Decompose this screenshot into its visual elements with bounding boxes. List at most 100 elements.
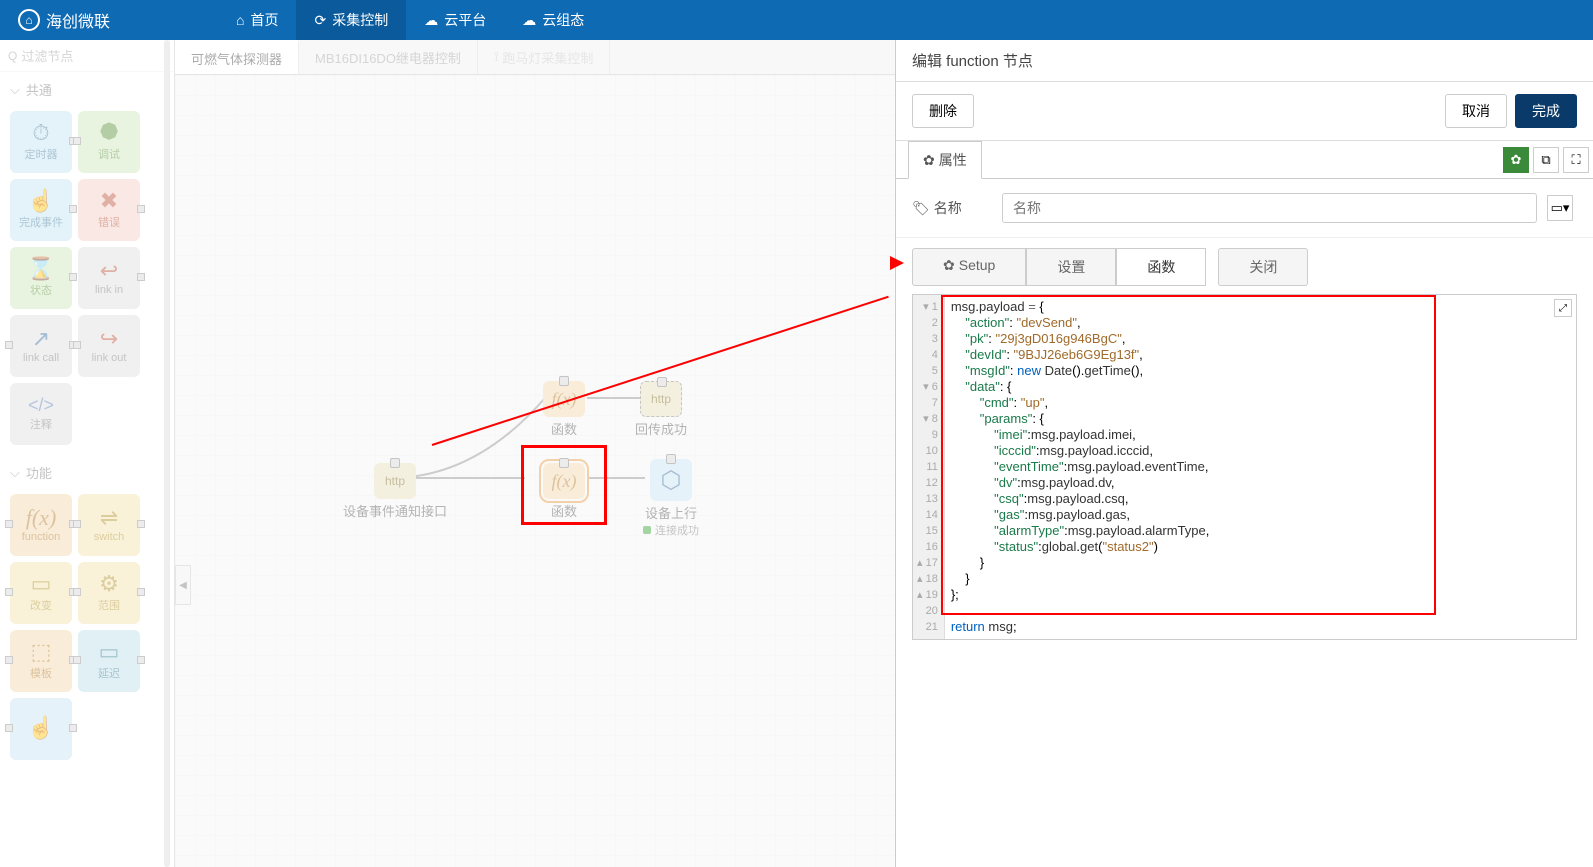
- code-expand-button[interactable]: ⤢: [1554, 299, 1572, 317]
- linkcall-icon: ↗: [32, 328, 50, 350]
- palette-section-function[interactable]: ⌵ 功能: [0, 455, 174, 490]
- pal-linkin[interactable]: ↩link in: [78, 247, 140, 309]
- filter-placeholder: 过滤节点: [21, 46, 73, 65]
- book-icon: ▭: [1551, 200, 1563, 216]
- node-fx1[interactable]: f(x) 函数: [543, 381, 585, 438]
- delete-button[interactable]: 删除: [912, 94, 974, 128]
- editor-title: 编辑 function 节点: [896, 40, 1593, 82]
- gear-icon: ⚙: [99, 573, 119, 595]
- function-subtabs: ✿Setup 设置 函数 关闭: [896, 238, 1593, 286]
- code-editor[interactable]: ▾ 12345▾ 67▾ 8910111213141516▴ 17▴ 18▴ 1…: [912, 294, 1577, 640]
- copy-icon: ⧉: [1541, 152, 1550, 168]
- upload-icon: ⬡: [650, 459, 692, 501]
- touch-icon: ☝: [27, 717, 54, 739]
- switch-icon: ⇌: [100, 507, 118, 529]
- fx-icon: f(x): [26, 507, 57, 529]
- name-input[interactable]: [1002, 193, 1537, 223]
- topnav-items: ⌂首页 ⟳采集控制 ☁云平台 ☁云组态: [218, 0, 602, 40]
- nav-cloud-platform[interactable]: ☁云平台: [406, 0, 504, 40]
- http-icon: http: [374, 463, 416, 499]
- refresh-icon: ⟳: [314, 12, 326, 29]
- node-device-up[interactable]: ⬡ 设备上行 连接成功: [643, 459, 699, 538]
- search-icon: Q: [8, 49, 17, 63]
- pal-linkout[interactable]: ↪link out: [78, 315, 140, 377]
- tab-relay-control[interactable]: MB16DI16DO继电器控制: [299, 40, 478, 74]
- fx-icon: f(x): [543, 381, 585, 417]
- gear-icon: ✿: [1511, 152, 1522, 168]
- palette-grid-common: ⏱定时器 ⯄调试 ☝完成事件 ✖错误 ⌛状态 ↩link in ↗link ca…: [0, 107, 174, 455]
- nav-cloud-config[interactable]: ☁云组态: [504, 0, 602, 40]
- subtab-close[interactable]: 关闭: [1218, 248, 1308, 286]
- gear-icon: ✿: [923, 152, 935, 169]
- chevron-down-icon: ⌵: [10, 465, 20, 481]
- chevron-down-icon: ⌵: [10, 82, 20, 98]
- subtab-settings[interactable]: 设置: [1026, 248, 1116, 286]
- brand-icon: ⌂: [18, 9, 40, 31]
- nav-collect[interactable]: ⟳采集控制: [296, 0, 406, 40]
- annotation-arrow-head: [890, 256, 904, 270]
- gear-icon: ✿: [943, 257, 955, 273]
- copy-button[interactable]: ⧉: [1533, 147, 1559, 173]
- palette-section-common[interactable]: ⌵ 共通: [0, 72, 174, 107]
- subtab-setup[interactable]: ✿Setup: [912, 248, 1026, 286]
- name-form-row: 🏷名称 ▭ ▾: [896, 179, 1593, 238]
- tab-gas-detector[interactable]: 可燃气体探测器: [175, 40, 299, 74]
- pal-delay[interactable]: ▭延迟: [78, 630, 140, 692]
- env-button[interactable]: ✿: [1503, 147, 1529, 173]
- touch-icon: ☝: [27, 190, 54, 212]
- subtab-function[interactable]: 函数: [1116, 248, 1206, 286]
- node-http-out[interactable]: http 回传成功: [635, 381, 687, 438]
- annotation-highlight-code: [941, 295, 1436, 615]
- main: Q 过滤节点 ⌵ 共通 ⏱定时器 ⯄调试 ☝完成事件 ✖错误 ⌛状态 ↩link…: [0, 40, 1593, 867]
- workspace: 可燃气体探测器 MB16DI16DO继电器控制 ⟟ 跑马灯采集控制 ◀ http…: [175, 40, 895, 867]
- node-palette[interactable]: Q 过滤节点 ⌵ 共通 ⏱定时器 ⯄调试 ☝完成事件 ✖错误 ⌛状态 ↩link…: [0, 40, 175, 867]
- home-icon: ⌂: [236, 12, 244, 28]
- pal-switch[interactable]: ⇌switch: [78, 494, 140, 556]
- error-icon: ✖: [100, 190, 118, 212]
- broadcast-icon: ⟟: [494, 49, 499, 65]
- type-menu-button[interactable]: ▭ ▾: [1547, 195, 1573, 221]
- cancel-button[interactable]: 取消: [1445, 94, 1507, 128]
- brand-text: 海创微联: [46, 8, 110, 32]
- done-button[interactable]: 完成: [1515, 94, 1577, 128]
- expand-icon: ⛶: [1571, 152, 1580, 168]
- brand: ⌂ 海创微联: [0, 8, 128, 32]
- top-nav: ⌂ 海创微联 ⌂首页 ⟳采集控制 ☁云平台 ☁云组态: [0, 0, 1593, 40]
- tab-properties[interactable]: ✿属性: [908, 141, 982, 179]
- pal-template[interactable]: ⬚模板: [10, 630, 72, 692]
- tab-marquee[interactable]: ⟟ 跑马灯采集控制: [478, 40, 610, 74]
- code-icon: </>: [28, 396, 54, 414]
- pal-linkcall[interactable]: ↗link call: [10, 315, 72, 377]
- pal-function[interactable]: f(x)function: [10, 494, 72, 556]
- pal-comment[interactable]: </>注释: [10, 383, 72, 445]
- nav-home[interactable]: ⌂首页: [218, 0, 296, 40]
- node-http-in[interactable]: http 设备事件通知接口: [335, 463, 455, 520]
- hourglass-icon: ⌛: [27, 258, 54, 280]
- pal-error[interactable]: ✖错误: [78, 179, 140, 241]
- flow-canvas[interactable]: ◀ http 设备事件通知接口 f(x) 函数: [175, 75, 895, 867]
- pal-timer[interactable]: ⏱定时器: [10, 111, 72, 173]
- editor-actions: 删除 取消 完成: [896, 82, 1593, 141]
- pal-change[interactable]: ▭改变: [10, 562, 72, 624]
- palette-filter[interactable]: Q 过滤节点: [0, 40, 174, 72]
- palette-collapse-btn[interactable]: ◀: [175, 565, 191, 605]
- pal-extra[interactable]: ☝: [10, 698, 72, 760]
- http-icon: http: [640, 381, 682, 417]
- node-status: 连接成功: [643, 522, 699, 538]
- expand-button[interactable]: ⛶: [1563, 147, 1589, 173]
- cloud-icon: ☁: [522, 12, 536, 29]
- pal-complete[interactable]: ☝完成事件: [10, 179, 72, 241]
- flow-tabs: 可燃气体探测器 MB16DI16DO继电器控制 ⟟ 跑马灯采集控制: [175, 40, 895, 75]
- change-icon: ▭: [31, 573, 52, 595]
- status-dot-icon: [643, 526, 651, 534]
- linkout-icon: ↪: [100, 328, 118, 350]
- bug-icon: ⯄: [100, 122, 118, 144]
- pal-status[interactable]: ⌛状态: [10, 247, 72, 309]
- pal-range[interactable]: ⚙范围: [78, 562, 140, 624]
- pal-debug[interactable]: ⯄调试: [78, 111, 140, 173]
- editor-pane: 编辑 function 节点 删除 取消 完成 ✿属性 ✿ ⧉ ⛶ 🏷名称 ▭ …: [895, 40, 1593, 867]
- annotation-highlight-node: [521, 445, 607, 525]
- template-icon: ⬚: [31, 641, 52, 663]
- left-pane: Q 过滤节点 ⌵ 共通 ⏱定时器 ⯄调试 ☝完成事件 ✖错误 ⌛状态 ↩link…: [0, 40, 895, 867]
- timer-icon: ⏱: [32, 122, 49, 144]
